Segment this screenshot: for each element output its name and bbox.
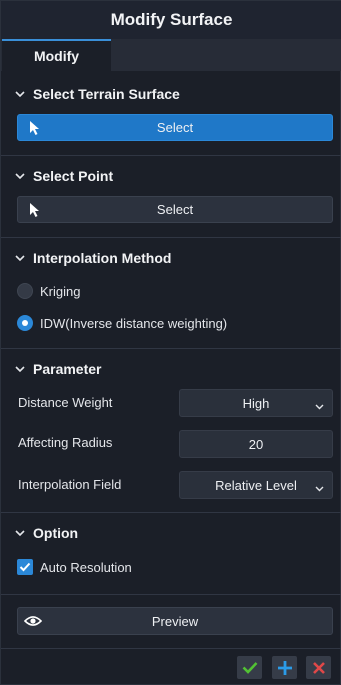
section-interpolation-title: Interpolation Method [33,250,172,266]
check-icon [242,662,257,674]
divider [1,594,341,595]
apply-button[interactable] [237,656,262,679]
chevron-down-icon [315,481,324,492]
tab-strip: Modify [1,39,341,71]
preview-button[interactable]: Preview [17,607,333,635]
divider [1,648,341,649]
section-parameter-header[interactable]: Parameter [15,359,102,379]
divider [1,348,341,349]
distance-weight-label: Distance Weight [18,394,113,410]
section-point-header[interactable]: Select Point [15,166,113,186]
select-point-label: Select [156,202,194,217]
section-terrain-title: Select Terrain Surface [33,86,180,102]
radio-idw-label: IDW(Inverse distance weighting) [40,315,228,331]
close-icon [312,661,325,674]
auto-resolution-option[interactable]: Auto Resolution [17,557,132,577]
close-button[interactable] [306,656,331,679]
divider [1,155,341,156]
chevron-down-icon [15,84,33,104]
tab-modify[interactable]: Modify [2,39,111,71]
divider [1,237,341,238]
chevron-down-icon [315,399,324,410]
select-point-button[interactable]: Select [17,196,333,223]
auto-resolution-label: Auto Resolution [40,559,132,575]
select-terrain-button[interactable]: Select [17,114,333,141]
select-terrain-label: Select [156,120,194,135]
chevron-down-icon [15,166,33,186]
modify-surface-panel: Modify Surface Modify Select Terrain Sur… [0,0,341,685]
distance-weight-value: High [242,395,270,411]
section-option-header[interactable]: Option [15,523,78,543]
affecting-radius-input[interactable]: 20 [179,430,333,458]
affecting-radius-label: Affecting Radius [18,434,113,450]
radio-button-unselected[interactable] [17,283,33,299]
plus-icon [277,660,292,675]
radio-kriging-label: Kriging [40,283,81,299]
chevron-down-icon [15,248,33,268]
section-option-title: Option [33,525,79,541]
radio-idw[interactable]: IDW(Inverse distance weighting) [17,313,227,333]
chevron-down-icon [15,523,33,543]
preview-label: Preview [151,613,199,629]
add-button[interactable] [272,656,297,679]
chevron-down-icon [15,359,33,379]
tab-modify-label: Modify [33,48,80,64]
cursor-arrow-icon [28,120,42,136]
radio-kriging[interactable]: Kriging [17,281,80,301]
interpolation-field-value: Relative Level [215,477,297,493]
section-terrain-header[interactable]: Select Terrain Surface [15,84,180,104]
affecting-radius-value: 20 [248,436,264,452]
section-point-title: Select Point [33,168,114,184]
panel-title: Modify Surface [1,1,341,39]
distance-weight-select[interactable]: High [179,389,333,417]
checkmark-icon [19,562,31,572]
auto-resolution-checkbox[interactable] [17,559,33,575]
cursor-arrow-icon [28,202,42,218]
interpolation-field-label: Interpolation Field [18,476,122,492]
section-parameter-title: Parameter [33,361,102,377]
section-interpolation-header[interactable]: Interpolation Method [15,248,171,268]
divider [1,512,341,513]
radio-button-selected[interactable] [17,315,33,331]
eye-icon [23,614,43,628]
interpolation-field-select[interactable]: Relative Level [179,471,333,499]
panel-title-text: Modify Surface [110,10,233,29]
